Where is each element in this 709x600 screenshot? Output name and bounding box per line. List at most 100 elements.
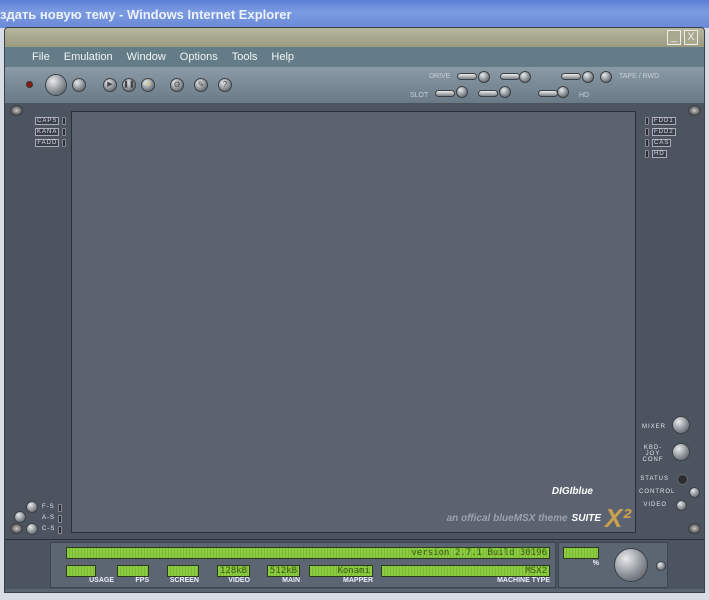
version-display: version 2.7.1 Build 30196 — [66, 547, 550, 559]
kana-led — [62, 128, 67, 136]
power-knob[interactable] — [45, 74, 67, 96]
usage-label: USAGE — [89, 577, 114, 584]
usage-field: USAGE — [66, 565, 114, 584]
screen-value — [167, 565, 199, 577]
reset-button[interactable] — [72, 78, 86, 92]
emulator-screen[interactable]: DIGIblue an offical blueMSX theme SUITE X² — [71, 111, 636, 533]
control-label: CONTROL — [639, 489, 676, 495]
tools-icon[interactable]: ✎ — [194, 78, 208, 92]
screw-icon — [688, 523, 701, 534]
machine-type-value: MSX2 — [381, 565, 550, 577]
screen-label: SCREEN — [169, 577, 199, 584]
rewind-button[interactable] — [600, 71, 612, 83]
logo-brand: DIGIblue — [551, 486, 593, 497]
speed-reset-button[interactable] — [656, 561, 666, 571]
mixer-label: MIXER — [641, 424, 666, 430]
hd-button[interactable] — [557, 86, 569, 98]
video-label: VIDEO — [228, 577, 250, 584]
drive-b-button[interactable] — [519, 71, 531, 83]
status-bar: version 2.7.1 Build 30196 USAGE FPS SCRE… — [5, 539, 704, 589]
fdd2-label: FDD2 — [652, 128, 676, 136]
menu-help[interactable]: Help — [264, 47, 301, 67]
kbd-joy-conf-button[interactable] — [672, 443, 690, 461]
app-title-bar[interactable]: _ X — [5, 28, 704, 47]
tape-slot[interactable] — [561, 73, 581, 80]
menu-options[interactable]: Options — [173, 47, 225, 67]
menu-bar: File Emulation Window Options Tools Help — [5, 47, 704, 67]
drive-a-button[interactable] — [478, 71, 490, 83]
caps-label: CAPS — [35, 117, 60, 125]
close-button[interactable]: X — [684, 30, 698, 45]
control-button[interactable] — [689, 487, 700, 498]
fadd-label: FADD — [35, 139, 60, 147]
main-value: 512kB — [267, 565, 300, 577]
right-indicators: FDD1 FDD2 CAS HD — [645, 117, 676, 158]
mapper-label: MAPPER — [343, 577, 373, 584]
slot-1-slot[interactable] — [435, 90, 455, 97]
drive-b-slot[interactable] — [500, 73, 520, 80]
logo-tagline: an offical blueMSX theme — [446, 513, 568, 524]
main-field: 512kB MAIN — [267, 565, 300, 584]
ie-title-bar: здать новую тему - Windows Internet Expl… — [0, 0, 709, 28]
as-led — [58, 515, 63, 523]
cas-label: CAS — [652, 139, 672, 147]
left-indicators: CAPS KANA FADD — [35, 117, 67, 147]
main-label: MAIN — [282, 577, 300, 584]
cs-button[interactable] — [26, 523, 38, 535]
screw-icon — [688, 105, 701, 116]
mixer-button[interactable] — [672, 416, 690, 434]
mapper-field: Konami MAPPER — [309, 565, 373, 584]
caps-led — [62, 117, 67, 125]
main-area: CAPS KANA FADD FDD1 FDD2 CAS HD F-S A-S … — [5, 103, 704, 539]
percent-display — [563, 547, 599, 559]
as-button[interactable] — [14, 511, 26, 523]
kana-label: KANA — [35, 128, 60, 136]
left-bottom-indicators: F-S A-S C-S — [42, 504, 63, 534]
drive-label: DRIVE — [429, 73, 451, 80]
screw-icon — [10, 523, 23, 534]
cas-led — [645, 139, 649, 147]
kbd-joy-conf-label: KBD- JOY CONF — [642, 445, 664, 463]
slot-2-slot[interactable] — [478, 90, 498, 97]
speed-knob[interactable] — [614, 548, 648, 582]
slot-2-button[interactable] — [499, 86, 511, 98]
stop-icon[interactable]: ■ — [141, 78, 155, 92]
bluemsx-window: _ X File Emulation Window Options Tools … — [4, 27, 705, 593]
menu-emulation[interactable]: Emulation — [57, 47, 120, 67]
menu-window[interactable]: Window — [120, 47, 173, 67]
video-field: 128kB VIDEO — [217, 565, 250, 584]
hd-label: HD — [579, 92, 590, 99]
machine-type-field: MSX2 MACHINE TYPE — [381, 565, 550, 584]
fs-button[interactable] — [26, 501, 38, 513]
play-icon[interactable]: ▶ — [103, 78, 117, 92]
video-button[interactable] — [676, 500, 687, 511]
status-label: STATUS — [640, 476, 669, 482]
toolbar: ▶ ❚❚ ■ ⚙ ✎ ? DRIVE SLOT TAPE / RWD HD — [5, 67, 704, 103]
drive-a-slot[interactable] — [457, 73, 477, 80]
slot-1-button[interactable] — [456, 86, 468, 98]
fps-value — [117, 565, 149, 577]
fs-label: F-S — [42, 504, 55, 510]
pause-icon[interactable]: ❚❚ — [122, 78, 136, 92]
fdd1-label: FDD1 — [652, 117, 676, 125]
usage-value — [66, 565, 96, 577]
menu-file[interactable]: File — [25, 47, 57, 67]
fps-label: FPS — [135, 577, 149, 584]
tape-button[interactable] — [582, 71, 594, 83]
help-icon[interactable]: ? — [218, 78, 232, 92]
logo-suite: SUITE — [571, 513, 601, 524]
digiblue-logo: DIGIblue an offical blueMSX theme SUITE X² — [446, 486, 631, 533]
hd-label: HD — [652, 150, 667, 158]
fps-field: FPS — [117, 565, 149, 584]
video-value: 128kB — [217, 565, 250, 577]
hd-slot[interactable] — [538, 90, 558, 97]
hd-led — [645, 150, 649, 158]
cs-led — [58, 526, 63, 534]
menu-tools[interactable]: Tools — [225, 47, 265, 67]
properties-icon[interactable]: ⚙ — [170, 78, 184, 92]
power-led-icon — [26, 81, 33, 88]
status-button[interactable] — [677, 474, 688, 485]
ie-title: здать новую тему - Windows Internet Expl… — [0, 7, 292, 22]
minimize-button[interactable]: _ — [667, 30, 681, 45]
video-label: VIDEO — [643, 502, 667, 508]
